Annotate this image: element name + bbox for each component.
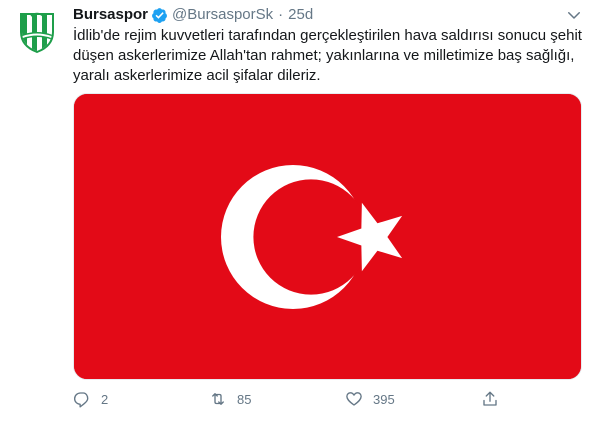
tweet-text: İdlib'de rejim kuvvetleri tarafından ger… <box>73 26 583 86</box>
display-name[interactable]: Bursaspor <box>73 5 148 25</box>
tweet[interactable]: Bursaspor @BursasporSk · 25d İdlib'de re… <box>0 0 593 421</box>
header-separator: · <box>278 6 284 23</box>
chevron-down-icon[interactable] <box>565 6 583 24</box>
tweet-media[interactable] <box>73 93 582 380</box>
reply-button[interactable]: 2 <box>73 388 108 410</box>
tweet-text-line: yaralı askerlerimize acil şifalar dileri… <box>73 67 321 84</box>
like-button[interactable]: 395 <box>345 388 395 410</box>
heart-icon <box>346 392 362 406</box>
reply-count: 2 <box>101 391 109 407</box>
tweet-header: Bursaspor @BursasporSk · 25d <box>73 5 313 25</box>
retweet-button[interactable]: 85 <box>209 388 251 410</box>
tweet-text-line: düşen askerlerimize Allah'tan rahmet; ya… <box>73 47 575 64</box>
retweet-count: 85 <box>237 391 252 407</box>
turkish-flag-image <box>74 94 581 379</box>
bursaspor-crest-icon <box>20 12 54 54</box>
share-icon <box>483 391 497 406</box>
verified-badge-icon <box>151 7 168 24</box>
avatar[interactable] <box>13 8 61 56</box>
tweet-text-line: İdlib'de rejim kuvvetleri tarafından ger… <box>73 27 582 44</box>
user-handle[interactable]: @BursasporSk <box>172 5 273 25</box>
reply-icon <box>73 392 89 408</box>
retweet-icon <box>212 393 224 405</box>
share-button[interactable] <box>481 388 509 410</box>
tweet-actions: 2 85 395 <box>73 388 513 410</box>
like-count: 395 <box>373 391 395 407</box>
tweet-time[interactable]: 25d <box>288 5 313 25</box>
